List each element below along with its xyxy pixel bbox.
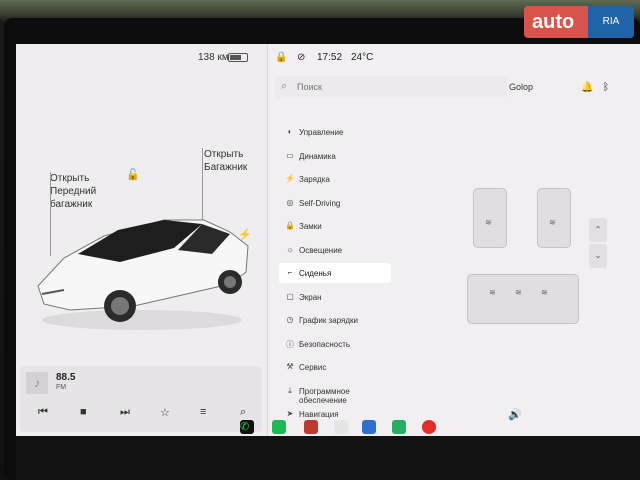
menu-item-label: Сервис xyxy=(299,363,327,372)
menu-item[interactable]: ☼ Освещение xyxy=(279,240,391,260)
wrench-icon: ⚒ xyxy=(286,362,294,371)
chevron-down-icon[interactable]: ⌄ xyxy=(589,244,607,268)
menu-item[interactable]: ▭ Динамика xyxy=(279,146,391,166)
music-note-icon: ♪ xyxy=(26,372,48,394)
bottom-dock xyxy=(16,436,640,480)
favorite-icon[interactable]: ☆ xyxy=(160,406,170,419)
calendar-icon[interactable] xyxy=(304,420,318,434)
menu-item-label: Программное обеспечение xyxy=(299,386,350,405)
menu-item[interactable]: ⤓ Программное обеспечение xyxy=(279,381,391,405)
toggle-icon: ◐ xyxy=(287,127,293,136)
battery-icon xyxy=(228,53,248,62)
menu-item-label: Динамика xyxy=(299,151,336,161)
lock-icon: 🔒 xyxy=(285,221,295,230)
media-player: ♪ 88.5 FM ⏮ ■ ⏭ ☆ ≡ ⌕ xyxy=(20,366,262,432)
heat-driver-icon[interactable]: ≋ xyxy=(485,218,492,227)
equalizer-icon[interactable]: ≡ xyxy=(200,406,206,418)
menu-item[interactable]: ◐ Управление xyxy=(279,122,391,142)
search-icon: ⌕ xyxy=(281,80,288,92)
menu-item[interactable]: ⚒ Сервис xyxy=(279,357,391,377)
menu-item[interactable]: 🔒 Замки xyxy=(279,216,391,236)
bluetooth-app-icon[interactable] xyxy=(362,420,376,434)
menu-item-label: Экран xyxy=(299,292,322,302)
download-icon: ⤓ xyxy=(288,385,292,395)
screen-icon: ▢ xyxy=(286,291,294,301)
settings-panel: 🔒 ⊘ 17:52 24°C ⌕ Golop 🔔 ᛒ ◐ Управление ▭ Д… xyxy=(269,44,640,436)
clock-icon: ◷ xyxy=(286,315,294,324)
menu-item-label: Навигация xyxy=(299,410,339,419)
search-media-icon[interactable]: ⌕ xyxy=(240,406,246,419)
energy-icon[interactable] xyxy=(392,420,406,434)
menu-item-label: График зарядки xyxy=(299,316,358,325)
sun-icon: ☼ xyxy=(286,244,294,254)
youtube-icon[interactable] xyxy=(422,420,436,434)
car-panel: 138 км Открыть Передний багажник Открыть… xyxy=(16,44,268,436)
menu-item-label: Сиденья xyxy=(299,269,332,278)
no-signal-icon: ⊘ xyxy=(297,52,306,63)
spotify-icon[interactable] xyxy=(272,420,286,434)
search-input[interactable] xyxy=(297,82,437,92)
next-icon[interactable]: ⏭ xyxy=(120,406,130,419)
heat-rear-center-icon[interactable]: ≋ xyxy=(515,288,522,297)
info-icon: ⓘ xyxy=(286,339,294,349)
menu-item-label: Замки xyxy=(299,222,322,231)
menu-item-label: Безопасность xyxy=(299,339,351,349)
bluetooth-icon[interactable]: ᛒ xyxy=(603,82,609,93)
rear-seats[interactable] xyxy=(467,274,579,324)
menu-item-label: Освещение xyxy=(299,245,343,255)
chevron-up-icon[interactable]: ⌃ xyxy=(589,218,607,242)
station-band: FM xyxy=(56,384,67,391)
phone-icon[interactable]: ✆ xyxy=(240,420,254,434)
menu-item-label: Управление xyxy=(299,128,344,137)
menu-item[interactable]: ▢ Экран xyxy=(279,287,391,307)
heat-passenger-icon[interactable]: ≋ xyxy=(549,218,556,227)
heat-rear-left-icon[interactable]: ≋ xyxy=(489,288,496,297)
seat-heater-diagram: ≋ ≋ ≋ ≋ ≋ xyxy=(461,174,585,349)
menu-item[interactable]: ⌐ Сиденья xyxy=(279,263,391,283)
menu-item[interactable]: ◷ График зарядки xyxy=(279,310,391,330)
user-profile[interactable]: Golop xyxy=(509,82,533,92)
bolt-icon: ⚡ xyxy=(285,174,295,183)
notes-icon[interactable] xyxy=(334,420,348,434)
station-frequency: 88.5 xyxy=(56,372,76,383)
unlock-icon[interactable]: 🔓 xyxy=(126,168,140,181)
heat-rear-right-icon[interactable]: ≋ xyxy=(541,288,548,297)
nav-icon: ➤ xyxy=(286,409,294,418)
car-icon: ▭ xyxy=(286,150,294,160)
search-bar[interactable]: ⌕ xyxy=(275,76,507,98)
notification-icon[interactable]: 🔔 xyxy=(581,82,593,93)
watermark-logo-suffix: RIA xyxy=(588,6,634,38)
clock-time: 17:52 xyxy=(317,52,343,63)
menu-item-label: Зарядка xyxy=(299,175,330,184)
lock-status-icon[interactable]: 🔒 xyxy=(275,52,287,63)
steering-icon: ◎ xyxy=(286,197,294,207)
stop-icon[interactable]: ■ xyxy=(80,406,87,418)
menu-item-label: Self-Driving xyxy=(299,198,341,208)
range-readout: 138 км xyxy=(198,52,229,63)
previous-icon[interactable]: ⏮ xyxy=(38,406,48,419)
trunk-button[interactable]: Открыть Багажник xyxy=(204,148,247,174)
seat-icon: ⌐ xyxy=(287,268,293,277)
volume-icon[interactable]: 🔊 xyxy=(508,408,522,421)
menu-item[interactable]: ◎ Self-Driving xyxy=(279,193,391,213)
menu-item[interactable]: ⚡ Зарядка xyxy=(279,169,391,189)
menu-item[interactable]: ⓘ Безопасность xyxy=(279,334,391,354)
touchscreen: 138 км Открыть Передний багажник Открыть… xyxy=(16,44,640,436)
temperature: 24°C xyxy=(351,52,374,63)
car-illustration xyxy=(37,219,249,330)
